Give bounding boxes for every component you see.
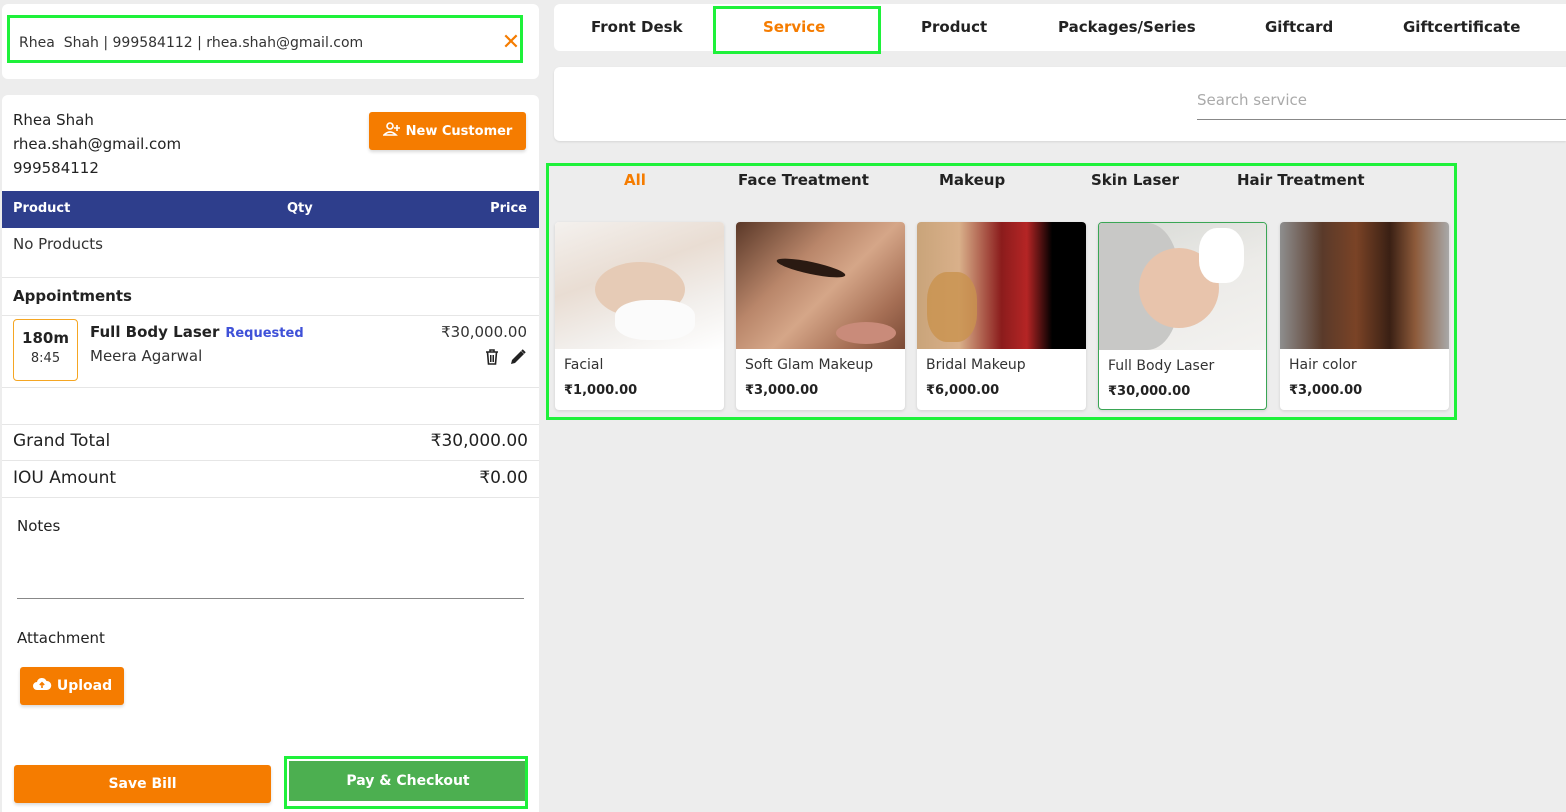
customer-search-card: Rhea Shah | 999584112 | rhea.shah@gmail.…: [2, 4, 539, 79]
divider: [2, 497, 539, 498]
tab-service[interactable]: Service: [763, 18, 825, 36]
cloud-upload-icon: [32, 677, 52, 695]
grand-total-row: Grand Total ₹30,000.00: [13, 431, 528, 451]
attachment-label: Attachment: [17, 629, 105, 647]
appointment-service: Full Body Laser Requested: [90, 323, 304, 341]
full-body-laser-image: [1099, 223, 1266, 350]
divider: [2, 460, 539, 461]
empty-products-text: No Products: [13, 235, 103, 253]
customer-email: rhea.shah@gmail.com: [13, 135, 182, 153]
appointment-price: ₹30,000.00: [441, 323, 527, 341]
notes-underline: [17, 598, 524, 599]
appointment-duration: 180m: [22, 329, 69, 347]
service-search-card: Search service: [554, 67, 1566, 141]
close-icon[interactable]: ✕: [500, 30, 522, 55]
pencil-icon[interactable]: [509, 348, 527, 366]
new-customer-button[interactable]: New Customer: [369, 112, 526, 150]
service-price: ₹1,000.00: [564, 383, 638, 398]
service-name: Bridal Makeup: [926, 357, 1026, 373]
category-all[interactable]: All: [624, 171, 646, 189]
divider: [2, 387, 539, 388]
appointments-title: Appointments: [13, 287, 132, 305]
service-price: ₹30,000.00: [1108, 384, 1191, 399]
appointment-time: 8:45: [30, 351, 61, 366]
appointment-staff: Meera Agarwal: [90, 347, 203, 365]
customer-info: Rhea Shah rhea.shah@gmail.com 999584112: [13, 108, 181, 180]
pay-checkout-button[interactable]: Pay & Checkout: [289, 761, 527, 801]
service-card[interactable]: Soft Glam Makeup ₹3,000.00: [736, 222, 905, 410]
column-product: Product: [13, 201, 71, 216]
tab-giftcertificate[interactable]: Giftcertificate: [1403, 18, 1520, 36]
iou-row: IOU Amount ₹0.00: [13, 468, 528, 488]
user-plus-icon: [381, 122, 401, 140]
appointment-actions: [483, 348, 527, 366]
bridal-makeup-image: [917, 222, 1086, 349]
appointment-duration-box: 180m 8:45: [13, 319, 78, 381]
save-bill-button[interactable]: Save Bill: [14, 765, 271, 803]
tab-product[interactable]: Product: [921, 18, 987, 36]
soft-glam-makeup-image: [736, 222, 905, 349]
service-price: ₹3,000.00: [1289, 383, 1363, 398]
category-makeup[interactable]: Makeup: [939, 171, 1005, 189]
divider: [2, 424, 539, 425]
service-name: Hair color: [1289, 357, 1357, 373]
trash-icon[interactable]: [483, 348, 501, 366]
tab-giftcard[interactable]: Giftcard: [1265, 18, 1333, 36]
service-search-input[interactable]: Search service: [1197, 87, 1566, 120]
customer-name: Rhea Shah: [13, 111, 94, 129]
customer-search-input[interactable]: Rhea Shah | 999584112 | rhea.shah@gmail.…: [19, 24, 522, 62]
status-badge: Requested: [225, 326, 304, 341]
notes-label: Notes: [17, 517, 61, 535]
hair-color-image: [1280, 222, 1449, 349]
service-name: Full Body Laser: [1108, 358, 1215, 374]
tab-packages-series[interactable]: Packages/Series: [1058, 18, 1196, 36]
customer-phone: 999584112: [13, 159, 99, 177]
category-face-treatment[interactable]: Face Treatment: [738, 171, 869, 189]
service-name: Soft Glam Makeup: [745, 357, 874, 373]
iou-label: IOU Amount: [13, 468, 117, 488]
divider: [2, 315, 539, 316]
upload-label: Upload: [56, 678, 113, 694]
service-name: Facial: [564, 357, 604, 373]
service-price: ₹3,000.00: [745, 383, 819, 398]
service-card[interactable]: Bridal Makeup ₹6,000.00: [917, 222, 1086, 410]
appointment-service-name: Full Body Laser: [90, 323, 220, 341]
category-hair-treatment[interactable]: Hair Treatment: [1237, 171, 1365, 189]
tab-front-desk[interactable]: Front Desk: [591, 18, 683, 36]
notes-input[interactable]: [17, 540, 524, 598]
iou-value: ₹0.00: [479, 468, 528, 488]
service-price: ₹6,000.00: [926, 383, 1000, 398]
upload-button[interactable]: Upload: [20, 667, 124, 705]
divider: [2, 277, 539, 278]
service-card[interactable]: Full Body Laser ₹30,000.00: [1098, 222, 1267, 410]
new-customer-label: New Customer: [405, 123, 513, 139]
column-price: Price: [490, 201, 527, 216]
service-card[interactable]: Facial ₹1,000.00: [555, 222, 724, 410]
bill-panel: Rhea Shah rhea.shah@gmail.com 999584112 …: [2, 95, 539, 812]
service-card[interactable]: Hair color ₹3,000.00: [1280, 222, 1449, 410]
column-qty: Qty: [287, 201, 313, 216]
main-tabs: Front Desk Service Product Packages/Seri…: [554, 4, 1566, 51]
customer-search-value[interactable]: Rhea Shah | 999584112 | rhea.shah@gmail.…: [19, 35, 500, 51]
grand-total-value: ₹30,000.00: [430, 431, 528, 451]
products-table-header: Product Qty Price: [2, 191, 539, 228]
category-skin-laser[interactable]: Skin Laser: [1091, 171, 1179, 189]
facial-image: [555, 222, 724, 349]
grand-total-label: Grand Total: [13, 431, 111, 451]
